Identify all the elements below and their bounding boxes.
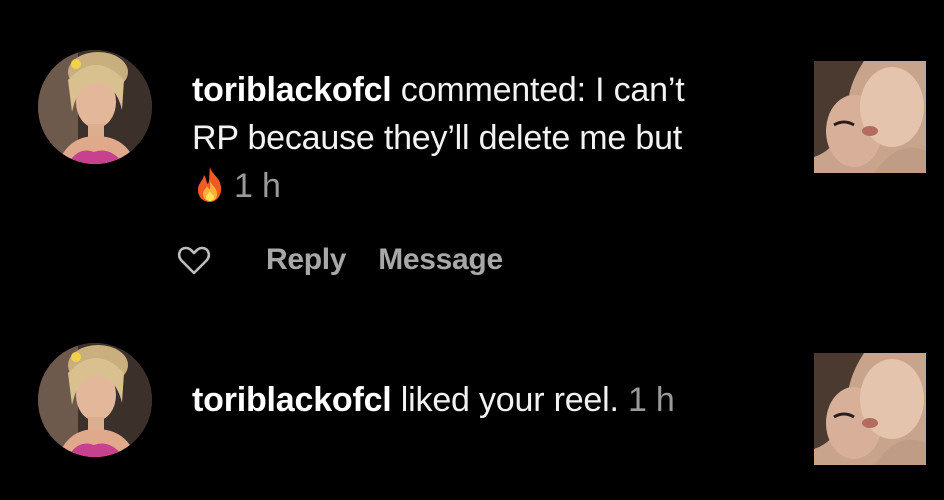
reply-button[interactable]: Reply (266, 243, 347, 277)
avatar-image (38, 343, 152, 457)
notification-text: toriblackofcl liked your reel. 1 h (192, 376, 792, 424)
like-notification[interactable]: toriblackofcl liked your reel. 1 h (0, 300, 944, 500)
user-avatar[interactable] (38, 50, 152, 164)
comment-text-line1: commented: I can’t (391, 71, 685, 109)
username-link[interactable]: toriblackofcl (192, 381, 392, 419)
comment-notification[interactable]: toriblackofcl commented: I can’t RP beca… (0, 0, 944, 300)
like-text: liked your reel. (391, 381, 619, 419)
timestamp: 1 h (627, 381, 675, 419)
comment-actions: Reply Message (176, 240, 503, 280)
timestamp: 1 h (234, 167, 281, 205)
avatar-image (38, 50, 152, 164)
post-thumbnail[interactable] (814, 61, 926, 173)
thumbnail-image (814, 353, 926, 465)
notification-text: toriblackofcl commented: I can’t RP beca… (192, 66, 792, 210)
message-button[interactable]: Message (378, 243, 503, 277)
heart-outline-icon[interactable] (176, 242, 212, 278)
fire-icon (198, 167, 222, 202)
comment-text-line2: RP because they’ll delete me but (192, 119, 683, 157)
username-link[interactable]: toriblackofcl (192, 71, 392, 109)
reel-thumbnail[interactable] (814, 353, 926, 465)
thumbnail-image (814, 61, 926, 173)
user-avatar[interactable] (38, 343, 152, 457)
